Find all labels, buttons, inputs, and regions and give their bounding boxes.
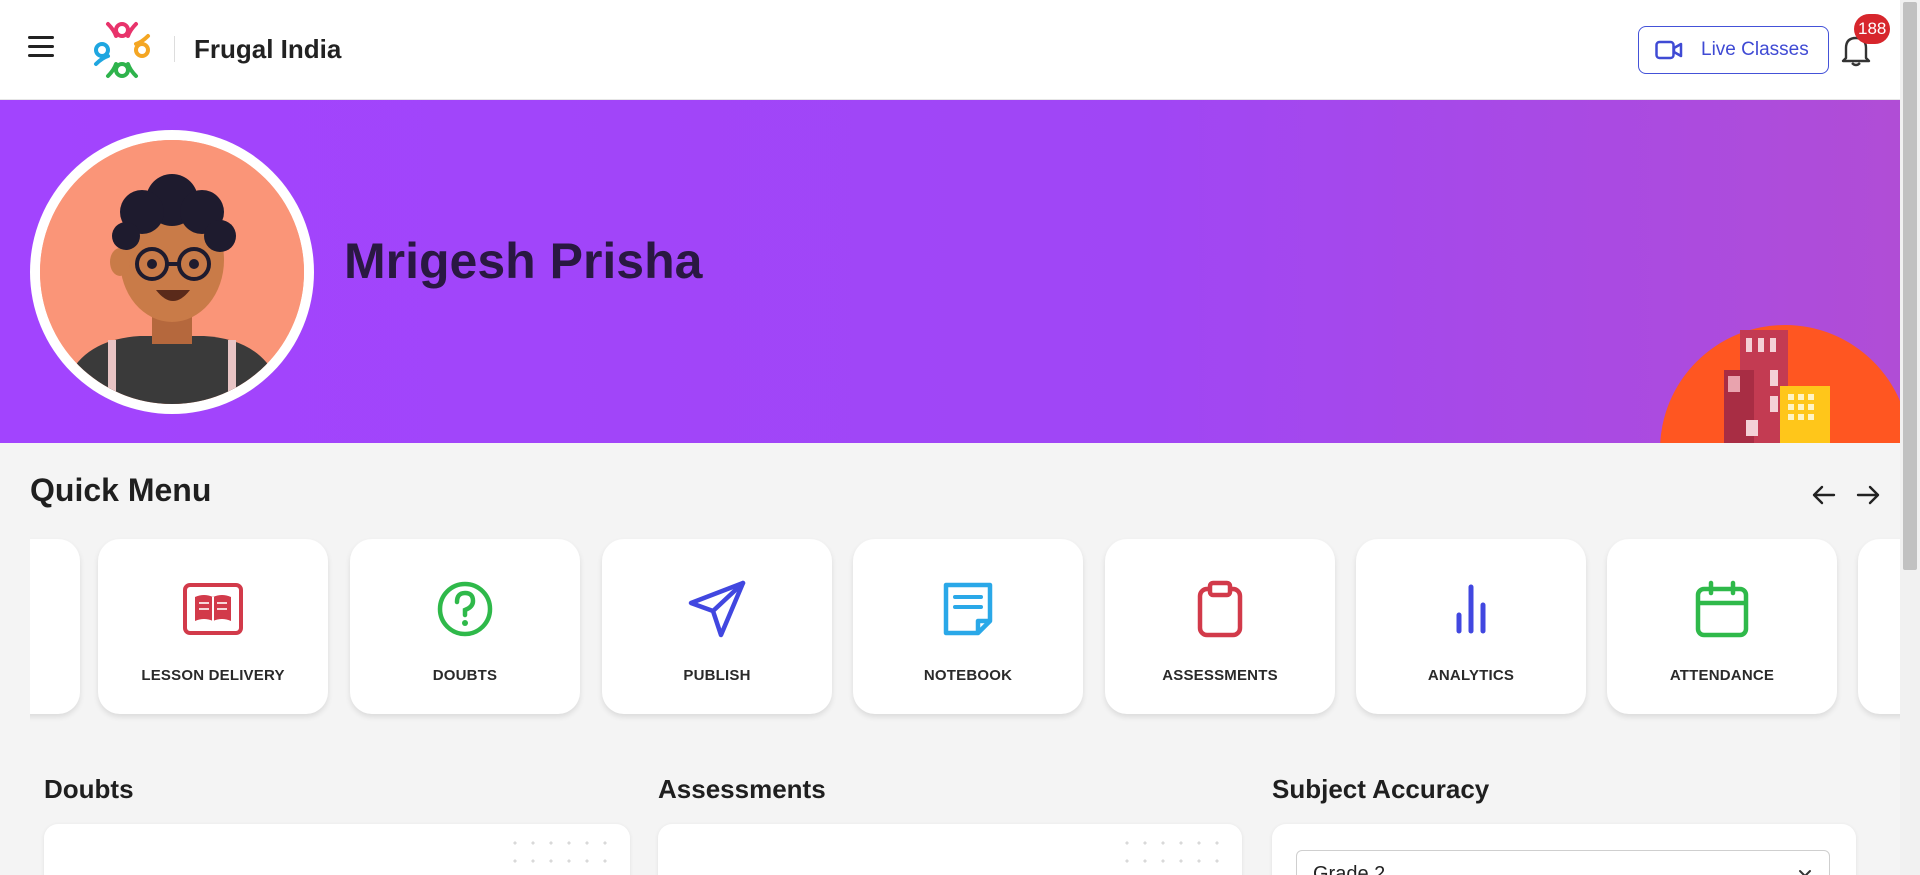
book-icon (183, 583, 243, 635)
quick-menu-label: ATTENDANCE (1669, 667, 1775, 684)
menu-icon[interactable] (28, 36, 60, 64)
quick-menu-label: DOUBTS (432, 667, 498, 684)
user-name: Mrigesh Prisha (344, 233, 703, 289)
clipboard-icon (1197, 580, 1243, 638)
assessments-card (658, 824, 1242, 875)
arrow-right-icon[interactable] (1853, 480, 1883, 510)
bar-chart-icon (1456, 584, 1486, 634)
dots-decoration (1118, 834, 1228, 874)
quick-menu-label: PUBLISH (683, 667, 751, 684)
question-icon (437, 581, 493, 637)
quick-menu-title: Quick Menu (30, 472, 212, 508)
quick-menu-attendance[interactable]: ATTENDANCE (1607, 539, 1837, 714)
arrow-left-icon[interactable] (1809, 480, 1839, 510)
brand-name: Frugal India (194, 34, 342, 64)
user-avatar-illustration (40, 140, 304, 404)
quick-menu-card-partial[interactable] (1858, 539, 1900, 714)
send-icon (688, 580, 746, 638)
quick-menu-lesson-delivery[interactable]: LESSON DELIVERY (98, 539, 328, 714)
grade-select-value: Grade 2 (1313, 863, 1386, 875)
calendar-icon (1695, 580, 1749, 638)
notification-badge: 188 (1854, 14, 1891, 44)
quick-menu-label: ASSESSMENTS (1162, 667, 1278, 684)
quick-menu-publish[interactable]: PUBLISH (602, 539, 832, 714)
page-scrollbar[interactable] (1900, 0, 1920, 875)
profile-banner: Mrigesh Prisha (0, 100, 1900, 443)
buildings-illustration (1660, 325, 1900, 443)
quick-menu-label: LESSON DELIVERY (141, 667, 285, 684)
quick-menu-label: NOTEBOOK (923, 667, 1013, 684)
quick-menu-doubts[interactable]: DOUBTS (350, 539, 580, 714)
scrollbar-thumb[interactable] (1903, 2, 1917, 570)
quick-menu-carousel: LESSON DELIVERY DOUBTS PUBLISH NOTEBOOK (30, 536, 1900, 726)
live-classes-label: Live Classes (1701, 39, 1809, 60)
subject-accuracy-section-title: Subject Accuracy (1272, 774, 1490, 804)
grade-select[interactable]: Grade 2 (1296, 850, 1830, 875)
quick-menu-label: ANALYTICS (1427, 667, 1515, 684)
quick-menu-assessments[interactable]: ASSESSMENTS (1105, 539, 1335, 714)
notebook-icon (943, 582, 993, 636)
quick-menu-analytics[interactable]: ANALYTICS (1356, 539, 1586, 714)
header-divider (174, 36, 175, 62)
assessments-section-title: Assessments (658, 774, 826, 804)
live-classes-button[interactable]: Live Classes (1638, 26, 1829, 74)
top-bar: Frugal India Live Classes 188 (0, 0, 1900, 100)
quick-menu-notebook[interactable]: NOTEBOOK (853, 539, 1083, 714)
doubts-section-title: Doubts (44, 774, 134, 804)
subject-accuracy-card: Grade 2 (1272, 824, 1856, 875)
chevron-down-icon (1799, 870, 1811, 875)
doubts-card (44, 824, 630, 875)
video-camera-icon (1655, 40, 1683, 60)
dots-decoration (506, 834, 616, 874)
quick-menu-card-partial[interactable] (30, 539, 80, 714)
brand-logo (94, 22, 150, 78)
avatar (30, 130, 314, 414)
